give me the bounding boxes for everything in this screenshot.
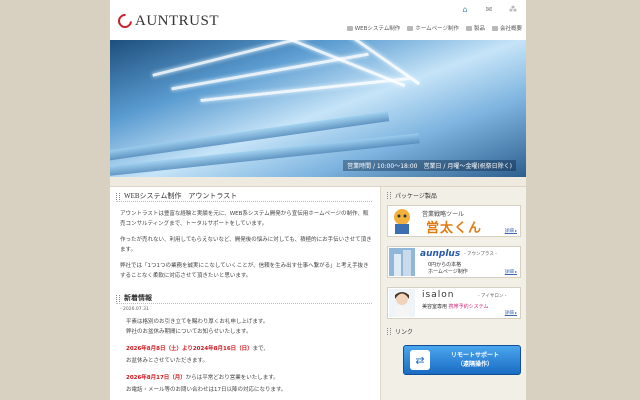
nav-label: WEBシステム制作 [354, 26, 401, 32]
news-line: お電話・メール等のお問い合わせは17日以降の対応になります。 [126, 387, 287, 393]
heading-mark-icon [116, 192, 120, 200]
news-line: 平素は格別のお引き立てを賜わり厚くお礼申し上げます。 [126, 319, 269, 325]
web-system-icon [346, 25, 353, 31]
intro-paragraph-3: 弊社では「1つ1つの業務を誠実にこなしていくことが、信頼を生み出す仕事へ繋がる」… [120, 263, 369, 279]
header: AUNTRUST ⌂ ✉ ⁂ WEBシステム制作 ホームページ制作 製品 会社概… [110, 0, 526, 40]
hero-light-beam [274, 40, 406, 88]
main-content: WEBシステム制作 アウントラスト アウントラストは豊富な経験と実績を元に、WE… [110, 187, 380, 400]
link-heading: リンク [387, 327, 413, 336]
nav-product[interactable]: 製品 [465, 24, 485, 32]
hero-image: 営業時間 / 10:00〜18:00 営業日 / 月曜〜金曜(祝祭日除く) [110, 40, 526, 177]
mail-icon[interactable]: ✉ [482, 4, 496, 14]
heading-rule [116, 201, 372, 202]
nav-label: ホームページ制作 [415, 26, 459, 32]
company-icon [491, 25, 498, 31]
news-line: 2026年8月8日（土）より2024年8月16日（日）まで、 [126, 344, 372, 354]
banner-aunplus[interactable]: aunplus - アウンプラス - 0円からの本格 ホームページ制作 詳細 [387, 246, 521, 278]
nav-company[interactable]: 会社概要 [491, 24, 522, 32]
site-logo[interactable]: AUNTRUST [115, 10, 220, 32]
banner-product-name: 営太くん [426, 221, 483, 236]
web-system-heading: WEBシステム制作 アウントラスト [116, 191, 237, 201]
banner-line: 0円からの本格 [428, 262, 462, 268]
page: AUNTRUST ⌂ ✉ ⁂ WEBシステム制作 ホームページ制作 製品 会社概… [110, 0, 526, 400]
business-hours: 営業時間 / 10:00〜18:00 営業日 / 月曜〜金曜(祝祭日除く) [343, 160, 516, 171]
teamviewer-icon: ⇄ [410, 350, 430, 370]
nav-label: 製品 [473, 26, 485, 32]
hero-light-beam [200, 77, 410, 102]
heading-text: パッケージ製品 [395, 193, 437, 200]
remote-support-button[interactable]: ⇄ リモートサポート （遠隔操作） [403, 345, 521, 375]
news-date: - 2026.07.31 [120, 307, 149, 312]
intro-paragraph-2: 作ったが売れない、利用してもらえないなど、開発後の悩みに対しても、積極的にお手伝… [120, 237, 372, 253]
section-divider [110, 177, 526, 187]
sitemap-icon[interactable]: ⁂ [506, 4, 520, 14]
heading-mark-icon [387, 192, 391, 199]
nav-label: 会社概要 [499, 26, 522, 32]
holiday-period: 2026年8月8日（土）より2024年8月16日（日） [126, 346, 253, 352]
aunplus-logo: aunplus [420, 249, 461, 259]
news-line: 2026年8月17日（月）からは平常どおり営業をいたします。 [126, 373, 372, 383]
building-icon [389, 248, 415, 276]
home-icon[interactable]: ⌂ [458, 4, 472, 14]
remote-support-label: リモートサポート （遠隔操作） [430, 351, 520, 369]
detail-link[interactable]: 詳細 [505, 228, 517, 234]
nav-homepage[interactable]: ホームページ制作 [407, 24, 459, 32]
product-icon [465, 25, 472, 31]
heading-rule [116, 303, 372, 304]
banner-line-a: 美容室専用 [422, 304, 449, 310]
isalon-logo: isalon [422, 290, 455, 300]
detail-link[interactable]: 詳細 [505, 269, 517, 275]
logo-mark-icon [115, 11, 135, 31]
banner-subtitle: - アイサロン - [478, 294, 507, 299]
utility-icons: ⌂ ✉ ⁂ [458, 4, 520, 14]
banner-subtitle: - アウンプラス - [464, 252, 497, 257]
heading-mark-icon [387, 328, 391, 335]
news-heading: 新着情報 [116, 293, 152, 303]
news-text: まで、 [252, 346, 269, 352]
banner-line: ホームページ制作 [428, 269, 468, 275]
heading-text: WEBシステム制作 アウントラスト [124, 192, 238, 200]
detail-link[interactable]: 詳細 [505, 310, 517, 316]
intro-paragraph-1: アウントラストは豊富な経験と実績を元に、WEB系システム開発から宣伝用ホームペー… [120, 211, 369, 227]
reopen-date: 2026年8月17日（月） [126, 375, 186, 381]
mascot-icon [394, 209, 410, 234]
logo-text: AUNTRUST [135, 12, 220, 29]
package-heading: パッケージ製品 [387, 191, 437, 200]
news-line: 弊社のお盆休み期間についてお知らせいたします。 [126, 329, 252, 335]
sidebar: パッケージ製品 営業戦略ツール 営太くん 詳細 aunplus - アウンプラス… [380, 187, 526, 400]
heading-text: 新着情報 [124, 294, 152, 302]
woman-phone-icon [389, 289, 415, 317]
heading-text: リンク [395, 329, 414, 336]
banner-eitakun[interactable]: 営業戦略ツール 営太くん 詳細 [387, 205, 521, 237]
remote-line-2: （遠隔操作） [456, 361, 493, 368]
banner-line: 美容室専用 携帯予約システム [422, 303, 488, 310]
remote-line-1: リモートサポート [450, 352, 499, 359]
banner-line-b: 携帯予約システム [448, 304, 489, 310]
news-line: お盆休みとさせていただきます。 [126, 358, 208, 364]
heading-mark-icon [116, 294, 120, 302]
banner-isalon[interactable]: isalon - アイサロン - 美容室専用 携帯予約システム 詳細 [387, 287, 521, 319]
news-text: からは平常どおり営業をいたします。 [185, 375, 279, 381]
homepage-icon [407, 25, 414, 31]
top-navigation: WEBシステム制作 ホームページ制作 製品 会社概要 [346, 24, 522, 32]
nav-web-system[interactable]: WEBシステム制作 [346, 24, 401, 32]
